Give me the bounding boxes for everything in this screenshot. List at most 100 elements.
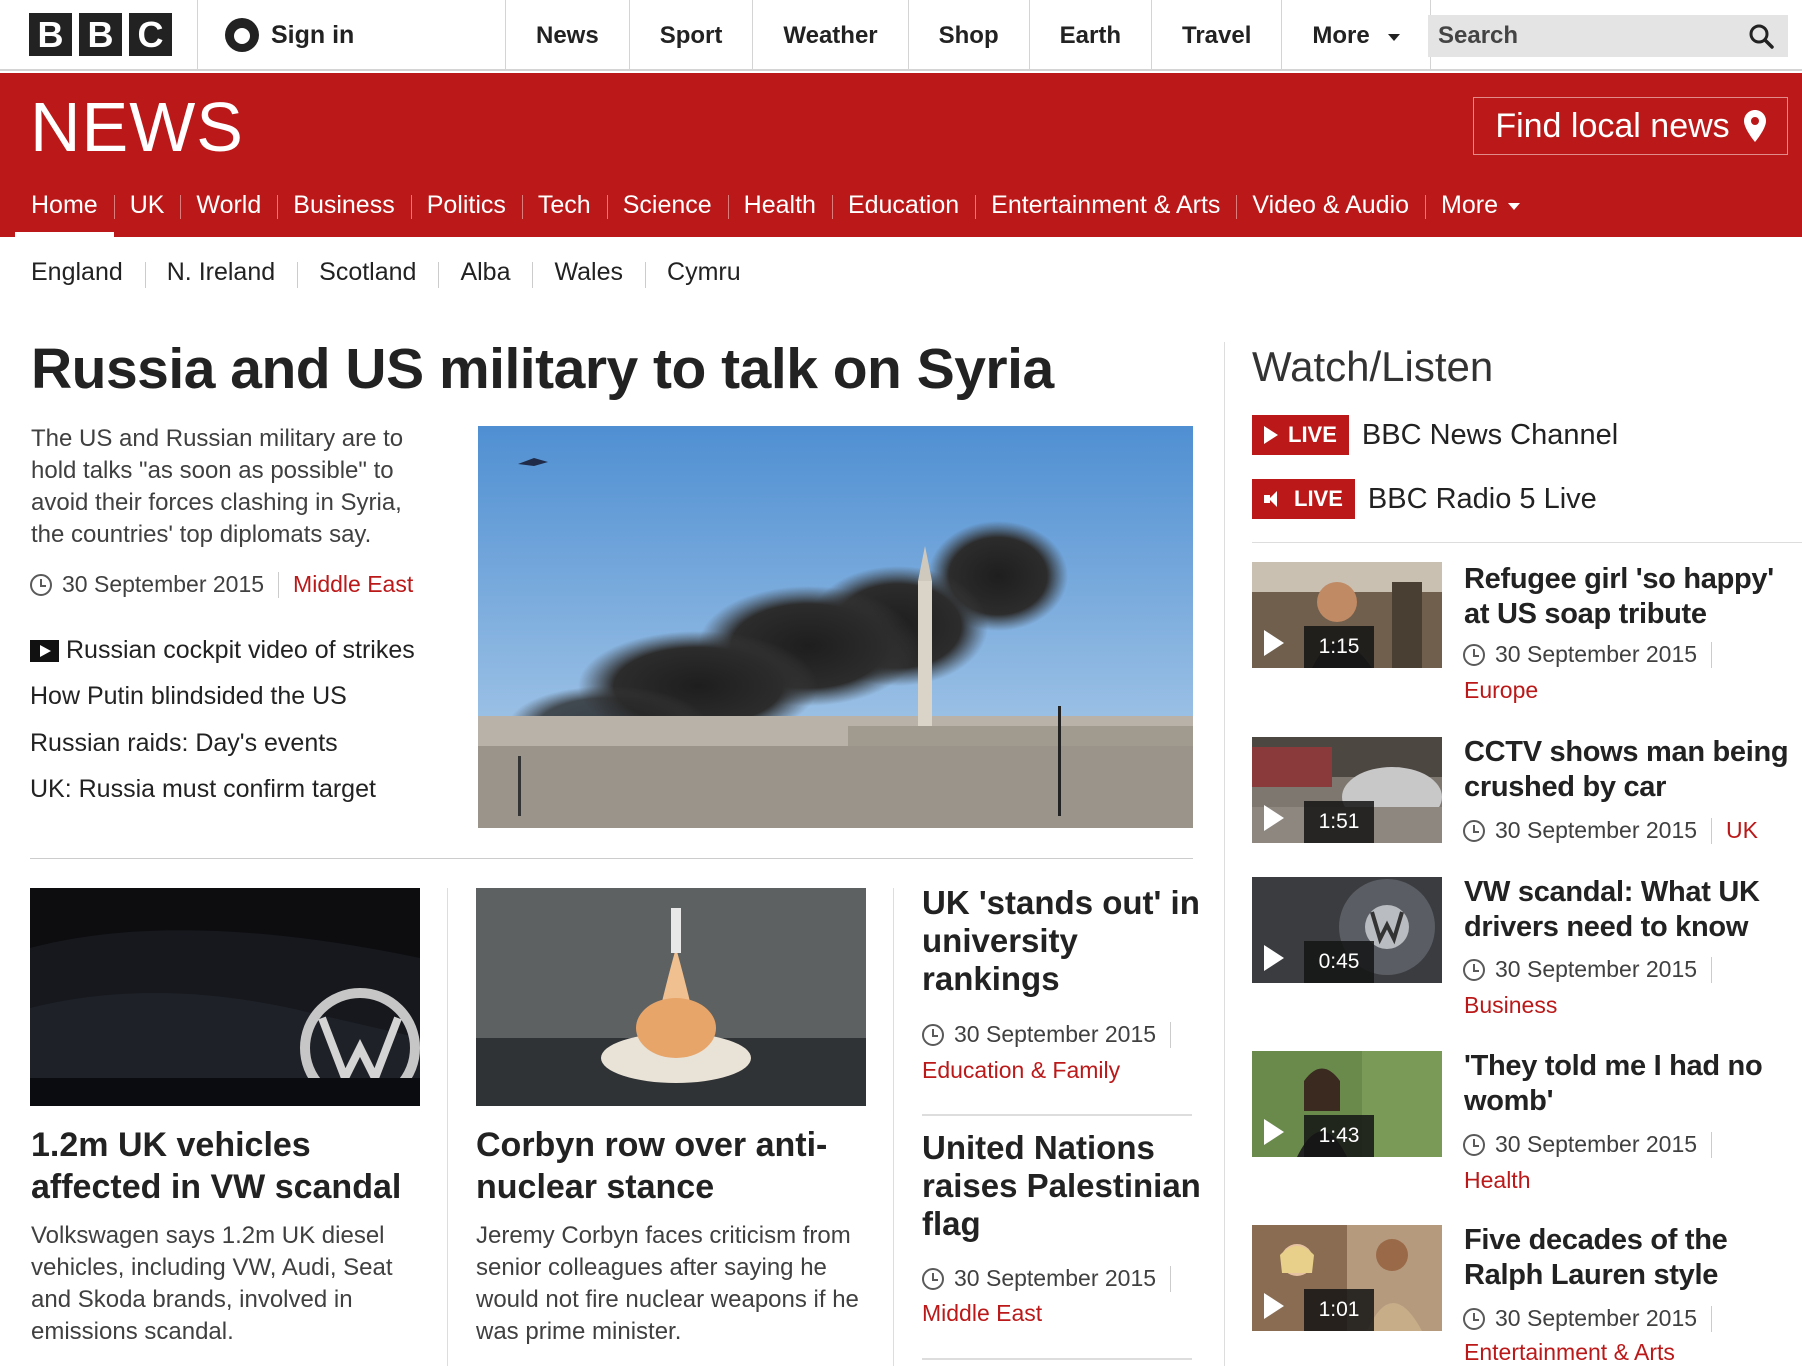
video-thumbnail[interactable]: 1:01	[1252, 1225, 1442, 1331]
sub-nav-alba[interactable]: Alba	[438, 258, 532, 288]
related-link[interactable]: Russian raids: Day's events	[30, 729, 338, 758]
video-title[interactable]: Refugee girl 'so happy' at US soap tribu…	[1464, 562, 1799, 632]
video-thumbnail[interactable]: 0:45	[1252, 877, 1442, 983]
story-meta: 30 September 2015	[922, 1265, 1185, 1292]
divider	[1224, 342, 1225, 1366]
video-meta: 30 September 2015	[1463, 641, 1726, 668]
video-title[interactable]: CCTV shows man being crushed by car	[1464, 735, 1799, 805]
story-tag[interactable]: Education & Family	[922, 1057, 1120, 1084]
section-nav-entertainment[interactable]: Entertainment & Arts	[975, 173, 1236, 237]
lead-tag[interactable]: Middle East	[293, 571, 413, 598]
live-bbc-radio-5[interactable]: LIVE BBC Radio 5 Live	[1252, 479, 1597, 519]
corbyn-card-image[interactable]	[476, 888, 866, 1106]
section-nav-science[interactable]: Science	[606, 173, 728, 237]
speaker-icon	[1264, 490, 1284, 508]
video-duration: 1:01	[1304, 1289, 1374, 1331]
sub-nav-wales[interactable]: Wales	[532, 258, 645, 288]
clock-icon	[1463, 1307, 1485, 1330]
user-icon	[225, 18, 259, 52]
divider	[1170, 1265, 1172, 1292]
section-nav-more[interactable]: More	[1425, 173, 1536, 237]
story-title[interactable]: United Nations raises Palestinian flag	[922, 1129, 1202, 1243]
video-tag[interactable]: Entertainment & Arts	[1464, 1339, 1675, 1366]
global-nav-travel[interactable]: Travel	[1151, 0, 1281, 71]
section-nav-health[interactable]: Health	[727, 173, 832, 237]
video-date: 30 September 2015	[1495, 1305, 1698, 1331]
nav-label: Health	[743, 190, 816, 219]
live-bbc-news-channel[interactable]: LIVE BBC News Channel	[1252, 415, 1618, 455]
divider	[197, 0, 198, 71]
video-icon	[30, 639, 59, 662]
section-nav-video-audio[interactable]: Video & Audio	[1236, 173, 1425, 237]
global-nav-sport[interactable]: Sport	[628, 0, 753, 71]
global-nav-shop[interactable]: Shop	[907, 0, 1029, 71]
vw-card-image[interactable]	[30, 888, 420, 1106]
video-thumbnail[interactable]: 1:43	[1252, 1051, 1442, 1157]
section-nav-education[interactable]: Education	[831, 173, 975, 237]
divider	[922, 1114, 1192, 1116]
section-nav-business[interactable]: Business	[277, 173, 410, 237]
bbc-logo[interactable]: B B C	[29, 13, 172, 56]
section-nav-home[interactable]: Home	[15, 173, 114, 237]
corbyn-card-title[interactable]: Corbyn row over anti-nuclear stance	[476, 1124, 871, 1208]
section-nav-world[interactable]: World	[180, 173, 277, 237]
video-title[interactable]: VW scandal: What UK drivers need to know	[1464, 875, 1799, 945]
story-date: 30 September 2015	[954, 1021, 1157, 1047]
live-badge: LIVE	[1252, 479, 1355, 519]
nav-label: Science	[622, 190, 712, 219]
sign-in-label: Sign in	[271, 20, 355, 49]
video-title[interactable]: 'They told me I had no womb'	[1464, 1049, 1799, 1119]
divider	[1711, 641, 1713, 668]
nav-label: Politics	[426, 190, 506, 219]
play-icon	[1264, 630, 1284, 656]
video-title[interactable]: Five decades of the Ralph Lauren style	[1464, 1223, 1799, 1293]
nav-label: Shop	[938, 21, 999, 49]
nav-label: Weather	[783, 21, 878, 49]
sign-in-link[interactable]: Sign in	[225, 18, 354, 52]
section-nav-tech[interactable]: Tech	[521, 173, 607, 237]
live-channel-name: BBC News Channel	[1361, 418, 1619, 451]
sub-nav-cymru[interactable]: Cymru	[645, 258, 763, 288]
related-link[interactable]: Russian cockpit video of strikes	[30, 636, 415, 665]
story-tag[interactable]: Middle East	[922, 1300, 1042, 1327]
play-icon	[1264, 1119, 1284, 1145]
related-link[interactable]: How Putin blindsided the US	[30, 682, 347, 711]
global-nav-weather[interactable]: Weather	[752, 0, 907, 71]
story-title[interactable]: UK 'stands out' in university rankings	[922, 884, 1202, 998]
video-thumbnail[interactable]: 1:51	[1252, 737, 1442, 843]
nav-label: Tech	[537, 190, 591, 219]
sub-nav-scotland[interactable]: Scotland	[297, 258, 438, 288]
find-local-label: Find local news	[1495, 106, 1730, 145]
nav-label: Education	[847, 190, 960, 219]
sub-nav-n-ireland[interactable]: N. Ireland	[144, 258, 297, 288]
lead-headline[interactable]: Russia and US military to talk on Syria	[31, 336, 1054, 402]
global-nav-more[interactable]: More	[1281, 0, 1431, 71]
video-duration: 1:43	[1304, 1115, 1374, 1157]
divider	[922, 1358, 1192, 1360]
find-local-news-button[interactable]: Find local news	[1473, 97, 1788, 155]
video-tag[interactable]: Europe	[1464, 677, 1538, 704]
nav-label: Business	[293, 190, 395, 219]
video-thumbnail[interactable]: 1:15	[1252, 562, 1442, 668]
nav-label: World	[196, 190, 262, 219]
video-tag[interactable]: Health	[1464, 1167, 1530, 1194]
divider	[1711, 1305, 1713, 1332]
sub-nav-england[interactable]: England	[14, 258, 145, 287]
vw-card-title[interactable]: 1.2m UK vehicles affected in VW scandal	[31, 1124, 421, 1208]
video-tag[interactable]: UK	[1726, 817, 1758, 844]
global-nav-news[interactable]: News	[505, 0, 629, 71]
live-channel-name: BBC Radio 5 Live	[1367, 482, 1597, 515]
divider	[893, 888, 894, 1366]
news-logo[interactable]: NEWS	[30, 87, 244, 167]
section-nav-uk[interactable]: UK	[113, 173, 181, 237]
lead-summary: The US and Russian military are to hold …	[31, 425, 404, 548]
lead-image[interactable]	[478, 426, 1193, 828]
global-nav-earth[interactable]: Earth	[1028, 0, 1151, 71]
logo-block: B	[79, 13, 122, 56]
search-icon[interactable]	[1748, 23, 1774, 49]
divider	[1711, 956, 1713, 983]
search-input[interactable]: Search	[1428, 15, 1788, 57]
video-tag[interactable]: Business	[1464, 992, 1557, 1019]
related-link[interactable]: UK: Russia must confirm target	[30, 775, 376, 804]
section-nav-politics[interactable]: Politics	[410, 173, 522, 237]
